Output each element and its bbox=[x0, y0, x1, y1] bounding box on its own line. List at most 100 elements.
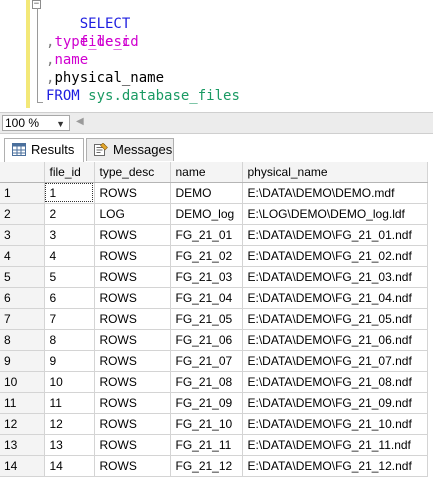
cell-file-id[interactable]: 7 bbox=[44, 308, 95, 330]
cell-type-desc[interactable]: ROWS bbox=[94, 266, 171, 288]
zoom-bar: 100 % ▼ ◀ bbox=[0, 112, 433, 134]
cell-physical-name[interactable]: E:\DATA\DEMO\FG_21_03.ndf bbox=[242, 266, 428, 288]
table-row[interactable]: 2 2 LOG DEMO_log E:\LOG\DEMO\DEMO_log.ldf bbox=[0, 203, 428, 225]
row-number[interactable]: 3 bbox=[0, 224, 45, 246]
cell-type-desc[interactable]: ROWS bbox=[94, 245, 171, 267]
column-header-file-id[interactable]: file_id bbox=[44, 162, 95, 183]
cell-type-desc[interactable]: ROWS bbox=[94, 392, 171, 414]
table-row[interactable]: 1 1 ROWS DEMO E:\DATA\DEMO\DEMO.mdf bbox=[0, 182, 428, 204]
cell-type-desc[interactable]: ROWS bbox=[94, 329, 171, 351]
row-number[interactable]: 14 bbox=[0, 455, 45, 477]
tab-results[interactable]: Results bbox=[4, 138, 84, 163]
cell-physical-name[interactable]: E:\DATA\DEMO\FG_21_01.ndf bbox=[242, 224, 428, 246]
cell-name[interactable]: FG_21_01 bbox=[170, 224, 243, 246]
cell-physical-name[interactable]: E:\DATA\DEMO\FG_21_04.ndf bbox=[242, 287, 428, 309]
table-row[interactable]: 11 11 ROWS FG_21_09 E:\DATA\DEMO\FG_21_09.nd… bbox=[0, 392, 428, 414]
cell-type-desc[interactable]: ROWS bbox=[94, 308, 171, 330]
cell-physical-name[interactable]: E:\DATA\DEMO\DEMO.mdf bbox=[242, 182, 428, 204]
cell-file-id[interactable]: 13 bbox=[44, 434, 95, 456]
table-row[interactable]: 7 7 ROWS FG_21_05 E:\DATA\DEMO\FG_21_05.ndf bbox=[0, 308, 428, 330]
cell-physical-name[interactable]: E:\LOG\DEMO\DEMO_log.ldf bbox=[242, 203, 428, 225]
cell-file-id[interactable]: 12 bbox=[44, 413, 95, 435]
cell-physical-name[interactable]: E:\DATA\DEMO\FG_21_12.ndf bbox=[242, 455, 428, 477]
cell-physical-name[interactable]: E:\DATA\DEMO\FG_21_08.ndf bbox=[242, 371, 428, 393]
cell-type-desc[interactable]: ROWS bbox=[94, 287, 171, 309]
cell-type-desc[interactable]: ROWS bbox=[94, 350, 171, 372]
cell-physical-name[interactable]: E:\DATA\DEMO\FG_21_11.ndf bbox=[242, 434, 428, 456]
cell-name[interactable]: FG_21_10 bbox=[170, 413, 243, 435]
object-sys-database-files: sys.database_files bbox=[88, 88, 240, 104]
row-number[interactable]: 13 bbox=[0, 434, 45, 456]
cell-type-desc[interactable]: ROWS bbox=[94, 455, 171, 477]
cell-file-id[interactable]: 3 bbox=[44, 224, 95, 246]
row-number[interactable]: 8 bbox=[0, 329, 45, 351]
column-header-name[interactable]: name bbox=[170, 162, 243, 183]
row-number[interactable]: 11 bbox=[0, 392, 45, 414]
grid-corner[interactable] bbox=[0, 162, 45, 183]
cell-file-id[interactable]: 10 bbox=[44, 371, 95, 393]
cell-type-desc[interactable]: ROWS bbox=[94, 434, 171, 456]
table-row[interactable]: 12 12 ROWS FG_21_10 E:\DATA\DEMO\FG_21_10.nd… bbox=[0, 413, 428, 435]
dropdown-arrow-icon[interactable]: ▼ bbox=[56, 117, 65, 131]
cell-name[interactable]: FG_21_11 bbox=[170, 434, 243, 456]
cell-type-desc[interactable]: ROWS bbox=[94, 371, 171, 393]
cell-name[interactable]: FG_21_03 bbox=[170, 266, 243, 288]
row-number[interactable]: 9 bbox=[0, 350, 45, 372]
cell-name[interactable]: FG_21_02 bbox=[170, 245, 243, 267]
cell-file-id[interactable]: 1 bbox=[44, 182, 95, 204]
cell-physical-name[interactable]: E:\DATA\DEMO\FG_21_09.ndf bbox=[242, 392, 428, 414]
cell-name[interactable]: DEMO bbox=[170, 182, 243, 204]
cell-name[interactable]: FG_21_08 bbox=[170, 371, 243, 393]
row-number[interactable]: 6 bbox=[0, 287, 45, 309]
cell-type-desc[interactable]: LOG bbox=[94, 203, 171, 225]
row-number[interactable]: 7 bbox=[0, 308, 45, 330]
cell-name[interactable]: FG_21_05 bbox=[170, 308, 243, 330]
code-line-name: ,name bbox=[46, 51, 88, 69]
cell-file-id[interactable]: 11 bbox=[44, 392, 95, 414]
table-row[interactable]: 5 5 ROWS FG_21_03 E:\DATA\DEMO\FG_21_03.ndf bbox=[0, 266, 428, 288]
cell-file-id[interactable]: 5 bbox=[44, 266, 95, 288]
column-header-physical-name[interactable]: physical_name bbox=[242, 162, 428, 183]
cell-physical-name[interactable]: E:\DATA\DEMO\FG_21_07.ndf bbox=[242, 350, 428, 372]
column-header-type-desc[interactable]: type_desc bbox=[94, 162, 171, 183]
cell-file-id[interactable]: 14 bbox=[44, 455, 95, 477]
cell-name[interactable]: FG_21_09 bbox=[170, 392, 243, 414]
cell-name[interactable]: FG_21_06 bbox=[170, 329, 243, 351]
table-row[interactable]: 9 9 ROWS FG_21_07 E:\DATA\DEMO\FG_21_07.ndf bbox=[0, 350, 428, 372]
row-number[interactable]: 2 bbox=[0, 203, 45, 225]
cell-file-id[interactable]: 6 bbox=[44, 287, 95, 309]
table-row[interactable]: 3 3 ROWS FG_21_01 E:\DATA\DEMO\FG_21_01.ndf bbox=[0, 224, 428, 246]
row-number[interactable]: 12 bbox=[0, 413, 45, 435]
cell-name[interactable]: DEMO_log bbox=[170, 203, 243, 225]
cell-type-desc[interactable]: ROWS bbox=[94, 182, 171, 204]
table-row[interactable]: 6 6 ROWS FG_21_04 E:\DATA\DEMO\FG_21_04.ndf bbox=[0, 287, 428, 309]
cell-file-id[interactable]: 2 bbox=[44, 203, 95, 225]
cell-physical-name[interactable]: E:\DATA\DEMO\FG_21_05.ndf bbox=[242, 308, 428, 330]
zoom-select[interactable]: 100 % ▼ bbox=[2, 115, 70, 131]
cell-physical-name[interactable]: E:\DATA\DEMO\FG_21_10.ndf bbox=[242, 413, 428, 435]
cell-name[interactable]: FG_21_12 bbox=[170, 455, 243, 477]
cell-physical-name[interactable]: E:\DATA\DEMO\FG_21_02.ndf bbox=[242, 245, 428, 267]
tab-messages[interactable]: Messages bbox=[86, 138, 174, 161]
results-grid[interactable]: file_id type_desc name physical_name 11R… bbox=[0, 162, 433, 484]
table-row[interactable]: 10 10 ROWS FG_21_08 E:\DATA\DEMO\FG_21_08.nd… bbox=[0, 371, 428, 393]
row-number[interactable]: 4 bbox=[0, 245, 45, 267]
cell-name[interactable]: FG_21_04 bbox=[170, 287, 243, 309]
cell-type-desc[interactable]: ROWS bbox=[94, 224, 171, 246]
cell-name[interactable]: FG_21_07 bbox=[170, 350, 243, 372]
row-number[interactable]: 5 bbox=[0, 266, 45, 288]
table-row[interactable]: 13 13 ROWS FG_21_11 E:\DATA\DEMO\FG_21_11.nd… bbox=[0, 434, 428, 456]
table-row[interactable]: 14 14 ROWS FG_21_12 E:\DATA\DEMO\FG_21_12.nd… bbox=[0, 455, 428, 477]
cell-type-desc[interactable]: ROWS bbox=[94, 413, 171, 435]
table-row[interactable]: 4 4 ROWS FG_21_02 E:\DATA\DEMO\FG_21_02.ndf bbox=[0, 245, 428, 267]
grid-body: 1 1 ROWS DEMO E:\DATA\DEMO\DEMO.mdf 2 2 LOG DEMO… bbox=[0, 182, 428, 477]
table-row[interactable]: 8 8 ROWS FG_21_06 E:\DATA\DEMO\FG_21_06.ndf bbox=[0, 329, 428, 351]
query-editor[interactable]: − SELECT file_id ,type_desc ,name ,physi… bbox=[0, 0, 433, 108]
cell-file-id[interactable]: 4 bbox=[44, 245, 95, 267]
cell-physical-name[interactable]: E:\DATA\DEMO\FG_21_06.ndf bbox=[242, 329, 428, 351]
cell-file-id[interactable]: 9 bbox=[44, 350, 95, 372]
row-number[interactable]: 10 bbox=[0, 371, 45, 393]
cell-file-id[interactable]: 8 bbox=[44, 329, 95, 351]
scroll-left-icon[interactable]: ◀ bbox=[76, 116, 84, 127]
row-number[interactable]: 1 bbox=[0, 182, 45, 204]
